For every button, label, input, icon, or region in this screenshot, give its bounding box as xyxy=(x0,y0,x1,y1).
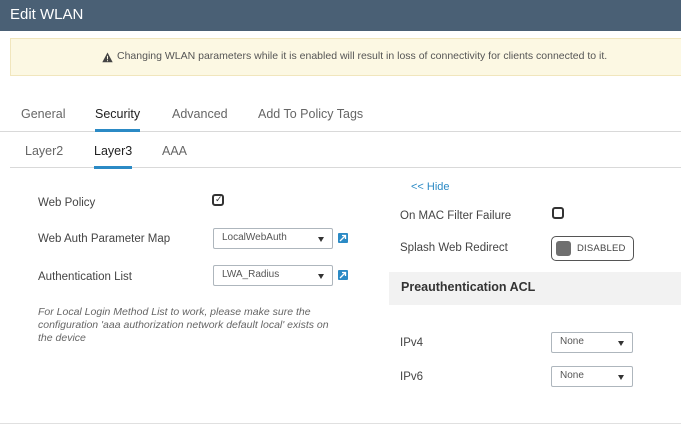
check-icon: ✓ xyxy=(215,194,223,204)
tab-general[interactable]: General xyxy=(21,107,65,121)
chevron-down-icon xyxy=(618,375,624,380)
title-bar: Edit WLAN xyxy=(0,0,681,31)
mac-filter-failure-label: On MAC Filter Failure xyxy=(400,210,512,222)
ipv6-label: IPv6 xyxy=(400,371,424,383)
authentication-list-select[interactable]: LWA_Radius xyxy=(213,265,333,286)
tab-advanced[interactable]: Advanced xyxy=(172,107,228,121)
web-auth-param-map-label: Web Auth Parameter Map xyxy=(38,233,171,245)
ipv4-acl-select[interactable]: None xyxy=(551,332,633,353)
tab-aaa[interactable]: AAA xyxy=(162,144,187,158)
tab-security[interactable]: Security xyxy=(95,107,141,132)
ipv6-acl-select[interactable]: None xyxy=(551,366,633,387)
web-auth-param-map-select[interactable]: LocalWebAuth xyxy=(213,228,333,249)
chevron-down-icon xyxy=(318,237,324,242)
tab-layer2[interactable]: Layer2 xyxy=(25,144,63,158)
chevron-down-icon xyxy=(618,341,624,346)
bottom-divider xyxy=(0,423,681,424)
active-subtab-indicator xyxy=(94,166,133,169)
web-policy-checkbox[interactable]: ✓ xyxy=(212,194,224,206)
warning-banner: Changing WLAN parameters while it is ena… xyxy=(10,38,681,76)
external-link-icon[interactable] xyxy=(338,233,348,243)
active-tab-indicator xyxy=(95,129,141,132)
preauth-acl-title: Preauthentication ACL xyxy=(401,280,536,294)
security-subtabs: Layer2 Layer3 AAA xyxy=(10,140,681,169)
tab-layer3[interactable]: Layer3 xyxy=(94,144,133,169)
mac-filter-failure-checkbox[interactable] xyxy=(552,207,564,219)
main-tabs: General Security Advanced Add To Policy … xyxy=(0,103,681,132)
tab-add-to-policy-tags[interactable]: Add To Policy Tags xyxy=(258,107,363,121)
splash-web-redirect-toggle[interactable]: DISABLED xyxy=(551,236,634,261)
splash-web-redirect-label: Splash Web Redirect xyxy=(400,242,508,254)
external-link-icon[interactable] xyxy=(338,270,348,280)
toggle-state-label: DISABLED xyxy=(577,243,626,254)
ipv4-label: IPv4 xyxy=(400,337,424,349)
warning-triangle-icon xyxy=(102,50,113,63)
web-policy-label: Web Policy xyxy=(38,197,96,209)
login-method-note: For Local Login Method List to work, ple… xyxy=(38,306,329,344)
web-auth-param-map-value: LocalWebAuth xyxy=(222,232,287,243)
dialog-title: Edit WLAN xyxy=(10,6,84,23)
authentication-list-value: LWA_Radius xyxy=(222,269,280,280)
ipv6-acl-value: None xyxy=(560,370,584,381)
toggle-knob xyxy=(556,241,571,256)
authentication-list-label: Authentication List xyxy=(38,271,132,283)
ipv4-acl-value: None xyxy=(560,336,584,347)
warning-text: Changing WLAN parameters while it is ena… xyxy=(117,50,608,62)
hide-link[interactable]: << Hide xyxy=(411,181,450,193)
chevron-down-icon xyxy=(318,274,324,279)
preauth-acl-section: Preauthentication ACL xyxy=(389,272,681,305)
